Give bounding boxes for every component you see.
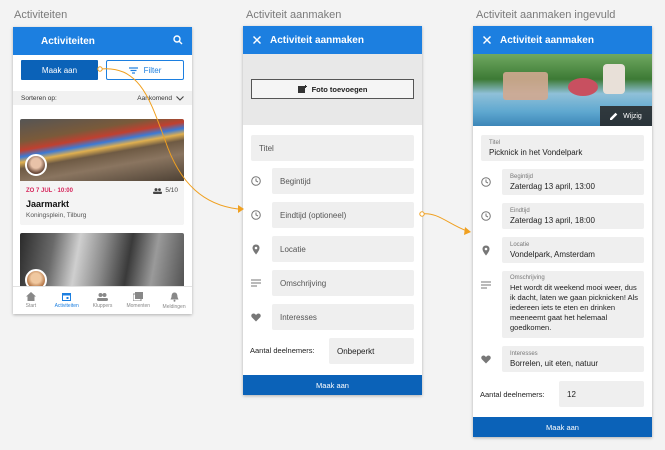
flow-arrows [97,66,471,235]
